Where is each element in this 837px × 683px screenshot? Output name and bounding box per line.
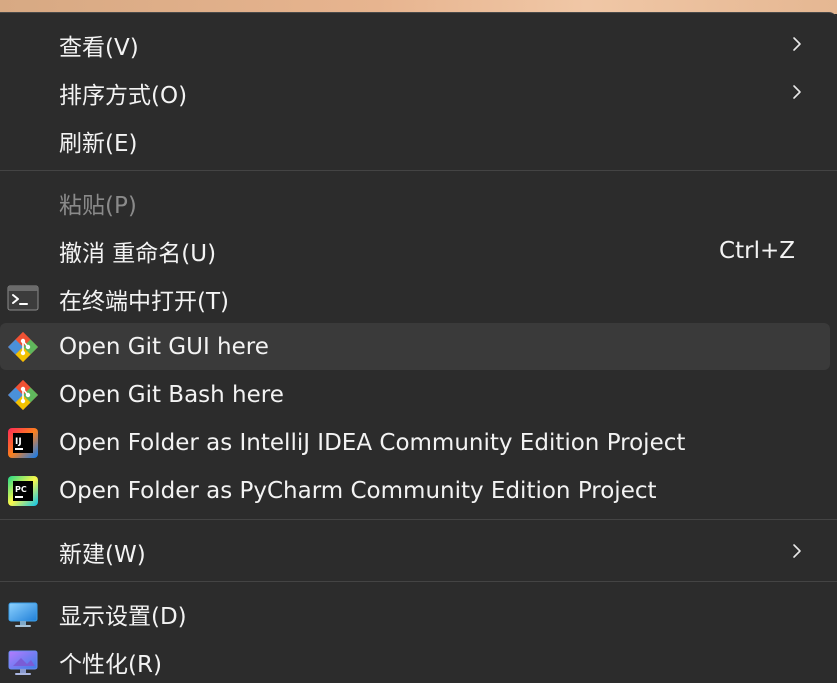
menu-item-label: 新建(W) — [59, 541, 146, 568]
menu-item-label: 显示设置(D) — [59, 603, 187, 630]
svg-text:IJ: IJ — [15, 437, 22, 447]
menu-item-label: Open Folder as IntelliJ IDEA Community E… — [59, 429, 686, 456]
menu-item-label: Open Git GUI here — [59, 333, 269, 360]
menu-separator — [0, 519, 837, 520]
menu-item-label: 排序方式(O) — [59, 82, 188, 109]
menu-item-refresh[interactable]: 刷新(E) — [0, 117, 830, 164]
menu-item-open-git-bash[interactable]: Open Git Bash here — [0, 371, 830, 418]
menu-separator — [0, 170, 837, 171]
menu-item-display-settings[interactable]: 显示设置(D) — [0, 590, 830, 637]
svg-text:PC: PC — [15, 485, 27, 494]
menu-item-shortcut: Ctrl+Z — [719, 237, 795, 264]
menu-item-label: 粘贴(P) — [59, 192, 137, 219]
menu-item-label: 刷新(E) — [59, 130, 138, 157]
menu-item-label: 撤消 重命名(U) — [59, 240, 217, 267]
menu-item-open-pycharm[interactable]: PC Open Folder as PyCharm Community Edit… — [0, 467, 830, 514]
menu-item-personalize[interactable]: 个性化(R) — [0, 638, 830, 683]
menu-item-new[interactable]: 新建(W) — [0, 528, 830, 575]
chevron-right-icon — [793, 544, 801, 558]
personalize-icon — [8, 650, 38, 675]
menu-item-view[interactable]: 查看(V) — [0, 21, 830, 68]
menu-item-open-intellij[interactable]: IJ Open Folder as IntelliJ IDEA Communit… — [0, 419, 830, 466]
intellij-icon: IJ — [8, 428, 38, 458]
git-icon — [8, 380, 38, 410]
menu-item-label: 查看(V) — [59, 34, 139, 61]
menu-item-label: Open Folder as PyCharm Community Edition… — [59, 477, 657, 504]
chevron-right-icon — [793, 37, 801, 51]
menu-item-sort-by[interactable]: 排序方式(O) — [0, 69, 830, 116]
chevron-right-icon — [793, 85, 801, 99]
desktop-context-menu: 查看(V) 排序方式(O) 刷新(E) 粘贴(P) 撤消 重命名(U) Ctrl… — [0, 12, 837, 683]
display-settings-icon — [8, 602, 38, 627]
menu-item-open-git-gui[interactable]: Open Git GUI here — [0, 323, 830, 370]
menu-item-paste: 粘贴(P) — [0, 179, 830, 226]
terminal-icon — [7, 285, 39, 311]
menu-item-label: Open Git Bash here — [59, 381, 284, 408]
menu-item-label: 在终端中打开(T) — [59, 288, 229, 315]
menu-item-undo-rename[interactable]: 撤消 重命名(U) Ctrl+Z — [0, 227, 830, 274]
pycharm-icon: PC — [8, 476, 38, 506]
menu-separator — [0, 581, 837, 582]
menu-item-open-in-terminal[interactable]: 在终端中打开(T) — [0, 275, 830, 322]
git-icon — [8, 332, 38, 362]
menu-item-label: 个性化(R) — [59, 651, 162, 678]
